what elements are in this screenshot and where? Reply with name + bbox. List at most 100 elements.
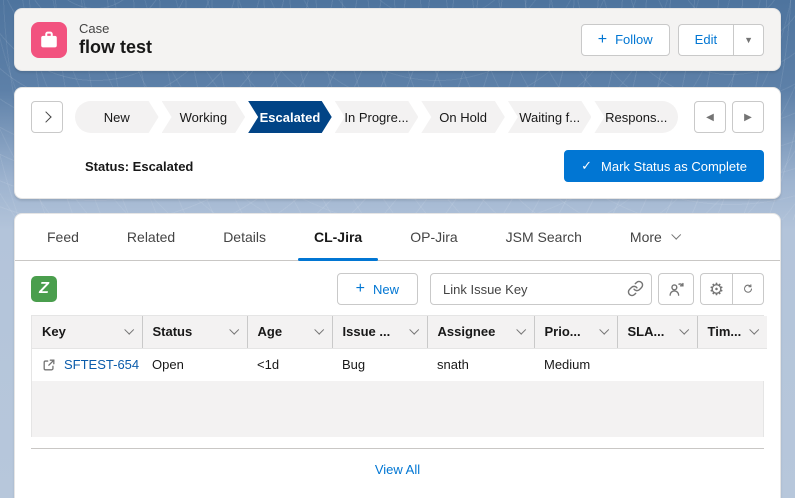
column-label: SLA... <box>628 324 665 339</box>
plus-icon: + <box>356 281 365 297</box>
tab-label: Feed <box>47 229 79 245</box>
follow-button-label: Follow <box>615 32 653 47</box>
path-stage-new[interactable]: New <box>75 101 159 133</box>
link-issue-input-wrap <box>430 273 652 305</box>
path-stage-escalated[interactable]: Escalated <box>248 101 332 133</box>
cell-status: Open <box>142 348 247 381</box>
column-label: Assignee <box>438 324 496 339</box>
tab-label: More <box>630 229 662 245</box>
tab-label: JSM Search <box>506 229 582 245</box>
stage-label: Waiting f... <box>519 110 580 125</box>
chevron-down-icon[interactable] <box>749 325 759 335</box>
external-link-icon[interactable] <box>42 358 56 372</box>
column-header-key[interactable]: Key <box>32 316 142 348</box>
briefcase-icon <box>38 29 60 51</box>
column-header-issue-type[interactable]: Issue ... <box>332 316 427 348</box>
cell-time <box>697 348 767 381</box>
path-scroll-right-button[interactable]: ▶ <box>732 101 764 133</box>
tab-jsm-search[interactable]: JSM Search <box>482 214 606 260</box>
cell-age: <1d <box>247 348 332 381</box>
path-track: New Working Escalated In Progre... On Ho… <box>75 101 678 133</box>
chevron-down-icon <box>671 230 681 240</box>
new-issue-button-label: New <box>373 282 399 297</box>
tab-feed[interactable]: Feed <box>23 214 103 260</box>
column-header-sla[interactable]: SLA... <box>617 316 697 348</box>
chevron-down-icon[interactable] <box>314 325 324 335</box>
plus-icon: + <box>598 32 607 48</box>
chevron-down-icon[interactable] <box>679 325 689 335</box>
chevron-down-icon[interactable] <box>599 325 609 335</box>
tab-op-jira[interactable]: OP-Jira <box>386 214 481 260</box>
column-header-status[interactable]: Status <box>142 316 247 348</box>
column-label: Issue ... <box>343 324 391 339</box>
arrow-right-icon: ▶ <box>744 112 752 123</box>
zagile-connector-icon: Z <box>31 276 57 302</box>
person-arrow-icon <box>668 281 685 298</box>
column-label: Status <box>153 324 193 339</box>
column-header-time[interactable]: Tim... <box>697 316 767 348</box>
edit-button-group: Edit ▼ <box>678 24 764 56</box>
edit-button-label: Edit <box>695 32 717 47</box>
table-header-row: Key Status Age Issue ... Assignee Prio..… <box>32 316 767 348</box>
path-stage-waiting[interactable]: Waiting f... <box>508 101 592 133</box>
dropdown-triangle-icon: ▼ <box>744 35 753 45</box>
tab-label: CL-Jira <box>314 229 362 245</box>
stage-label: Escalated <box>260 110 321 125</box>
issue-key-link[interactable]: SFTEST-654 <box>64 357 139 372</box>
column-header-priority[interactable]: Prio... <box>534 316 617 348</box>
path-scroll-left-button[interactable]: ◀ <box>694 101 726 133</box>
jira-issues-table: Key Status Age Issue ... Assignee Prio..… <box>31 315 764 437</box>
case-entity-icon <box>31 22 67 58</box>
header-text: Case flow test <box>79 21 152 58</box>
cell-key: SFTEST-654 <box>32 348 142 381</box>
path-stage-working[interactable]: Working <box>162 101 246 133</box>
more-actions-button[interactable]: ▼ <box>733 24 764 56</box>
settings-button[interactable]: ⚙ <box>700 273 732 305</box>
header-actions: + Follow Edit ▼ <box>581 24 764 56</box>
column-header-age[interactable]: Age <box>247 316 332 348</box>
tab-more[interactable]: More <box>606 214 703 260</box>
refresh-icon <box>743 281 753 297</box>
column-label: Key <box>42 324 66 339</box>
path-panel: New Working Escalated In Progre... On Ho… <box>14 87 781 199</box>
table-row: SFTEST-654 Open <1d Bug snath Medium <box>32 348 767 381</box>
column-label: Prio... <box>545 324 581 339</box>
record-header: Case flow test + Follow Edit ▼ <box>14 8 781 71</box>
path-row: New Working Escalated In Progre... On Ho… <box>31 101 764 133</box>
chevron-down-icon[interactable] <box>409 325 419 335</box>
path-stage-response[interactable]: Respons... <box>594 101 678 133</box>
chevron-right-icon <box>40 111 51 122</box>
path-stage-in-progress[interactable]: In Progre... <box>335 101 419 133</box>
path-stage-on-hold[interactable]: On Hold <box>421 101 505 133</box>
view-all-link[interactable]: View All <box>375 462 420 477</box>
path-expand-button[interactable] <box>31 101 63 133</box>
page-title: flow test <box>79 37 152 58</box>
tab-related[interactable]: Related <box>103 214 199 260</box>
record-body: Feed Related Details CL-Jira OP-Jira JSM… <box>14 213 781 498</box>
cell-issue-type: Bug <box>332 348 427 381</box>
link-user-button[interactable] <box>658 273 694 305</box>
stage-label: In Progre... <box>344 110 408 125</box>
settings-refresh-group: ⚙ <box>700 273 764 305</box>
chevron-down-icon[interactable] <box>229 325 239 335</box>
column-label: Age <box>258 324 283 339</box>
tab-details[interactable]: Details <box>199 214 290 260</box>
follow-button[interactable]: + Follow <box>581 24 670 56</box>
link-issue-key-input[interactable] <box>430 273 652 305</box>
link-chain-icon <box>627 280 644 300</box>
entity-label: Case <box>79 21 152 36</box>
column-header-assignee[interactable]: Assignee <box>427 316 534 348</box>
mark-status-complete-label: Mark Status as Complete <box>601 159 747 174</box>
new-issue-button[interactable]: + New <box>337 273 418 305</box>
tab-cl-jira[interactable]: CL-Jira <box>290 214 386 260</box>
arrow-left-icon: ◀ <box>706 112 714 123</box>
edit-button[interactable]: Edit <box>678 24 733 56</box>
stage-label: New <box>104 110 130 125</box>
chevron-down-icon[interactable] <box>516 325 526 335</box>
mark-status-complete-button[interactable]: ✓ Mark Status as Complete <box>564 150 764 182</box>
tab-label: Details <box>223 229 266 245</box>
refresh-button[interactable] <box>732 273 764 305</box>
chevron-down-icon[interactable] <box>124 325 134 335</box>
checkmark-icon: ✓ <box>581 158 592 174</box>
stage-label: Respons... <box>605 110 667 125</box>
